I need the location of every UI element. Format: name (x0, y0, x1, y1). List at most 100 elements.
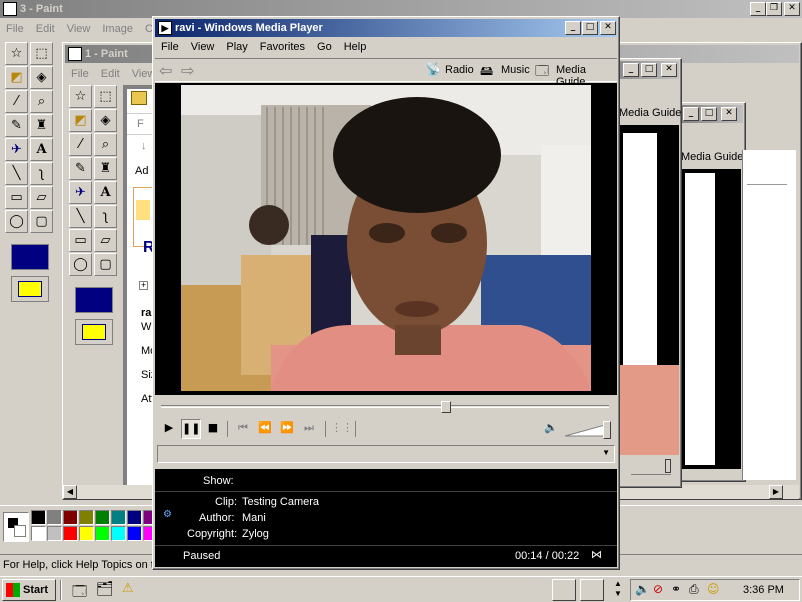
network-tray-icon[interactable]: ⚭ (671, 582, 681, 596)
menu-view[interactable]: View (61, 20, 97, 38)
next-button[interactable]: ⏭ (299, 419, 319, 439)
music-link[interactable]: Music (501, 64, 530, 76)
palette-color-swatch[interactable] (63, 526, 78, 541)
brush-tool[interactable]: ♜ (30, 114, 53, 137)
close-button[interactable]: ✕ (600, 21, 616, 35)
palette-color-swatch[interactable] (111, 510, 126, 525)
text-tool[interactable]: A (30, 138, 53, 161)
transparency-option-transparent[interactable] (11, 276, 49, 302)
wmp-titlebar[interactable]: ▶ ravi - Windows Media Player (155, 19, 617, 37)
taskbar-scroll[interactable]: ▲ ▼ (610, 579, 626, 601)
quicklaunch-alert-icon[interactable]: ⚠ (122, 581, 134, 596)
palette-color-swatch[interactable] (31, 510, 46, 525)
clock[interactable]: 3:36 PM (743, 584, 784, 596)
menu-view[interactable]: View (185, 38, 221, 56)
line-tool[interactable]: ╲ (5, 162, 28, 185)
pencil-tool[interactable]: ✎ (5, 114, 28, 137)
eraser-tool[interactable]: ◩ (69, 109, 92, 132)
pencil-tool[interactable]: ✎ (69, 157, 92, 180)
fast-forward-button[interactable]: ⏩ (277, 419, 297, 439)
palette-color-swatch[interactable] (79, 526, 94, 541)
wmp-a-media-guide[interactable]: Media Guide (619, 107, 681, 119)
forward-arrow-icon[interactable]: ⇨ (181, 61, 194, 80)
transparency-option-opaque[interactable] (11, 244, 49, 270)
seek-thumb[interactable] (441, 401, 451, 413)
picker-tool[interactable]: ⁄ (5, 90, 28, 113)
polygon-tool[interactable]: ⏥ (94, 229, 117, 252)
scroll-left-button[interactable]: ◀ (63, 485, 77, 499)
magnifier-tool[interactable]: ⌕ (30, 90, 53, 113)
palette-color-swatch[interactable] (95, 526, 110, 541)
current-colors[interactable] (3, 512, 29, 542)
menu-file[interactable]: File (155, 38, 185, 56)
palette-color-swatch[interactable] (95, 510, 110, 525)
mute-speaker-icon[interactable]: 🔈 (541, 419, 561, 439)
maximize-button[interactable]: □ (701, 107, 717, 121)
radio-link[interactable]: Radio (445, 64, 474, 76)
taskbar-window-btn-1[interactable] (552, 579, 576, 601)
minimize-button[interactable]: _ (750, 2, 766, 16)
volume-slider[interactable] (564, 421, 611, 439)
close-button[interactable]: ✕ (661, 63, 677, 77)
ellipse-tool[interactable]: ◯ (69, 253, 92, 276)
start-button[interactable]: Start (2, 579, 56, 601)
menu-edit[interactable]: Edit (95, 65, 126, 83)
menu-help[interactable]: Help (338, 38, 373, 56)
menu-file[interactable]: File (65, 65, 95, 83)
free-select-tool[interactable]: ☆ (69, 85, 92, 108)
play-button[interactable]: ▶ (159, 419, 179, 439)
pause-button[interactable]: ❚❚ (181, 419, 201, 439)
palette-color-swatch[interactable] (127, 510, 142, 525)
messenger-tray-icon[interactable]: ☺ (707, 582, 720, 596)
airbrush-tool[interactable]: ✈ (69, 181, 92, 204)
free-select-tool[interactable]: ☆ (5, 42, 28, 65)
curve-tool[interactable]: ʅ (30, 162, 53, 185)
palette-color-swatch[interactable] (63, 510, 78, 525)
palette-color-swatch[interactable] (79, 510, 94, 525)
quicklaunch-explorer-icon[interactable]: 🗂 (96, 581, 114, 597)
palette-color-swatch[interactable] (47, 510, 62, 525)
maximize-button[interactable]: □ (641, 63, 657, 77)
fill-tool[interactable]: ◈ (30, 66, 53, 89)
eraser-tool[interactable]: ◩ (5, 66, 28, 89)
back-arrow-icon[interactable]: ⇦ (159, 61, 172, 80)
wmp-a-volume[interactable] (631, 459, 671, 475)
menu-play[interactable]: Play (220, 38, 253, 56)
scroll-right-button[interactable]: ▶ (769, 485, 783, 499)
close-button[interactable]: ✕ (721, 107, 737, 121)
palette-color-swatch[interactable] (31, 526, 46, 541)
picker-tool[interactable]: ⁄ (69, 133, 92, 156)
menu-go[interactable]: Go (311, 38, 338, 56)
previous-button[interactable]: ⏮ (233, 419, 253, 439)
quicklaunch-desktop-icon[interactable]: 🗔 (72, 581, 87, 602)
palette-color-swatch[interactable] (111, 526, 126, 541)
video-pane[interactable] (155, 83, 617, 395)
palette-color-swatch[interactable] (47, 526, 62, 541)
seek-bar[interactable] (161, 401, 609, 413)
wmp-b-media-guide[interactable]: Media Guide (681, 151, 743, 163)
rectangle-tool[interactable]: ▭ (69, 229, 92, 252)
minimize-button[interactable]: _ (683, 107, 699, 121)
rounded-rect-tool[interactable]: ▢ (94, 253, 117, 276)
menu-file[interactable]: File (0, 20, 30, 38)
rewind-button[interactable]: ⏪ (255, 419, 275, 439)
playlist-dropdown[interactable]: ▼ (157, 445, 615, 463)
close-button[interactable]: ✕ (784, 2, 800, 16)
volume-tray-icon[interactable]: 🔈 (635, 582, 650, 596)
magnifier-tool[interactable]: ⌕ (94, 133, 117, 156)
palette-color-swatch[interactable] (127, 526, 142, 541)
minimize-button[interactable]: _ (565, 21, 581, 35)
polygon-tool[interactable]: ⏥ (30, 186, 53, 209)
restore-button[interactable]: ❐ (766, 2, 782, 16)
menu-favorites[interactable]: Favorites (254, 38, 311, 56)
display-mode-icon[interactable]: ⋈ (591, 548, 602, 561)
fill-tool[interactable]: ◈ (94, 109, 117, 132)
line-tool[interactable]: ╲ (69, 205, 92, 228)
stop-button[interactable]: ■ (203, 419, 223, 439)
brush-tool[interactable]: ♜ (94, 157, 117, 180)
menu-edit[interactable]: Edit (30, 20, 61, 38)
playlist-button[interactable]: ⋮⋮ (331, 419, 353, 439)
menu-image[interactable]: Image (96, 20, 139, 38)
curve-tool[interactable]: ʅ (94, 205, 117, 228)
transparency-option-transparent[interactable] (75, 319, 113, 345)
